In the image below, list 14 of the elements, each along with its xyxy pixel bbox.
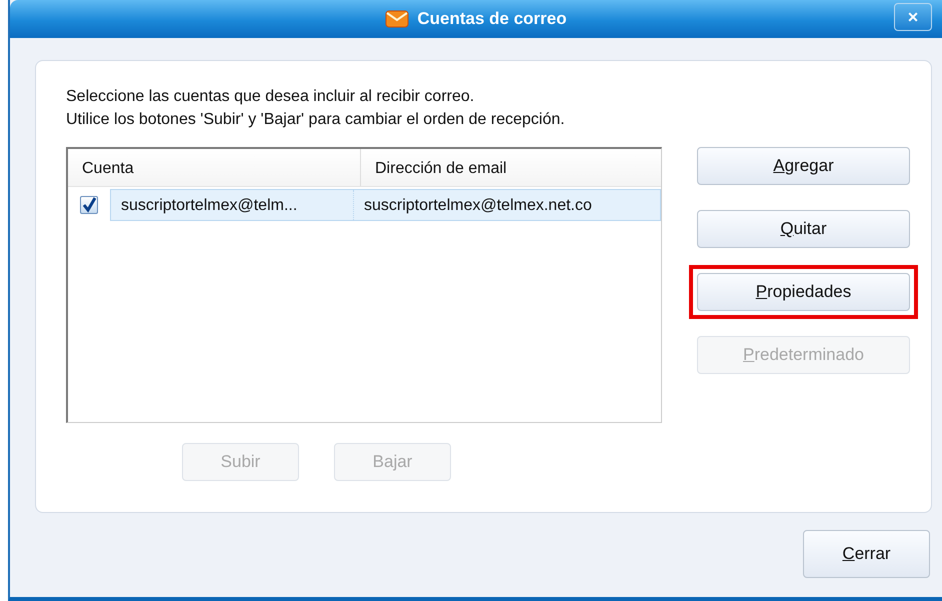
action-button[interactable]: Agregar (697, 147, 910, 185)
envelope-icon (385, 10, 410, 28)
action-button[interactable]: Quitar (697, 210, 910, 248)
table-row[interactable]: suscriptortelmex@telm... suscriptortelmex@telmex.net.co (110, 189, 661, 221)
column-header: Dirección de email (374, 159, 508, 179)
action-button[interactable]: Propiedades (697, 273, 910, 311)
column-header: Cuenta (68, 149, 361, 186)
table-cell-text: suscriptortelmex@telmex.net.co (363, 196, 593, 216)
window-title: Cuentas de correo (417, 8, 567, 30)
instruction-text: Utilice los botones 'Subir' y 'Bajar' para cambiar el orden de recepción. (66, 110, 566, 130)
checkbox[interactable] (80, 196, 98, 214)
action-button[interactable]: Cerrar (803, 530, 930, 578)
table-cell: suscriptortelmex@telm... (111, 190, 354, 220)
instruction-text: Seleccione las cuentas que desea incluir al recibir correo. (66, 87, 476, 107)
